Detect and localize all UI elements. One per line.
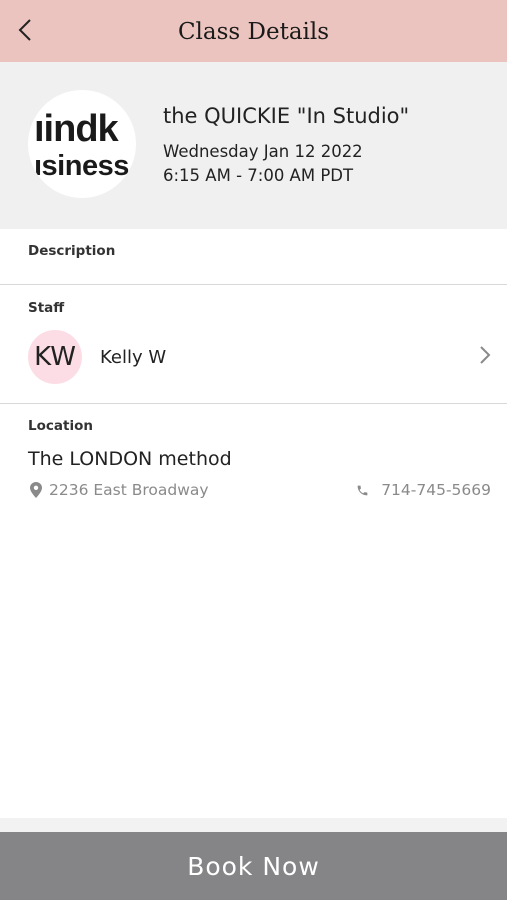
divider xyxy=(0,284,507,285)
class-name: the QUICKIE "In Studio" xyxy=(163,104,410,128)
page-title: Class Details xyxy=(177,19,330,45)
location-name: The LONDON method xyxy=(28,448,232,470)
staff-row[interactable]: KW Kelly W xyxy=(0,322,507,392)
footer-spacer xyxy=(0,818,507,832)
header-bar: Class Details xyxy=(0,0,507,62)
phone-text: 714-745-5669 xyxy=(381,481,491,499)
book-now-button[interactable]: Book Now xyxy=(0,832,507,900)
logo-text-line1: ıindk xyxy=(34,108,119,150)
studio-logo: ıindk ısiness xyxy=(28,90,136,198)
location-label: Location xyxy=(28,418,93,434)
staff-name: Kelly W xyxy=(100,347,167,368)
address-link[interactable]: 2236 East Broadway xyxy=(30,481,209,499)
staff-label: Staff xyxy=(28,300,65,316)
phone-icon xyxy=(356,484,369,497)
logo-text-line2: ısiness xyxy=(34,150,129,182)
class-summary: ıindk ısiness the QUICKIE "In Studio" We… xyxy=(0,62,507,229)
map-pin-icon xyxy=(30,482,42,498)
phone-link[interactable]: 714-745-5669 xyxy=(356,481,491,499)
chevron-right-icon xyxy=(477,344,493,366)
description-label: Description xyxy=(28,243,116,259)
avatar: KW xyxy=(28,330,82,384)
divider xyxy=(0,403,507,404)
class-time: 6:15 AM - 7:00 AM PDT xyxy=(163,166,354,185)
address-text: 2236 East Broadway xyxy=(49,481,209,499)
class-date: Wednesday Jan 12 2022 xyxy=(163,142,363,161)
